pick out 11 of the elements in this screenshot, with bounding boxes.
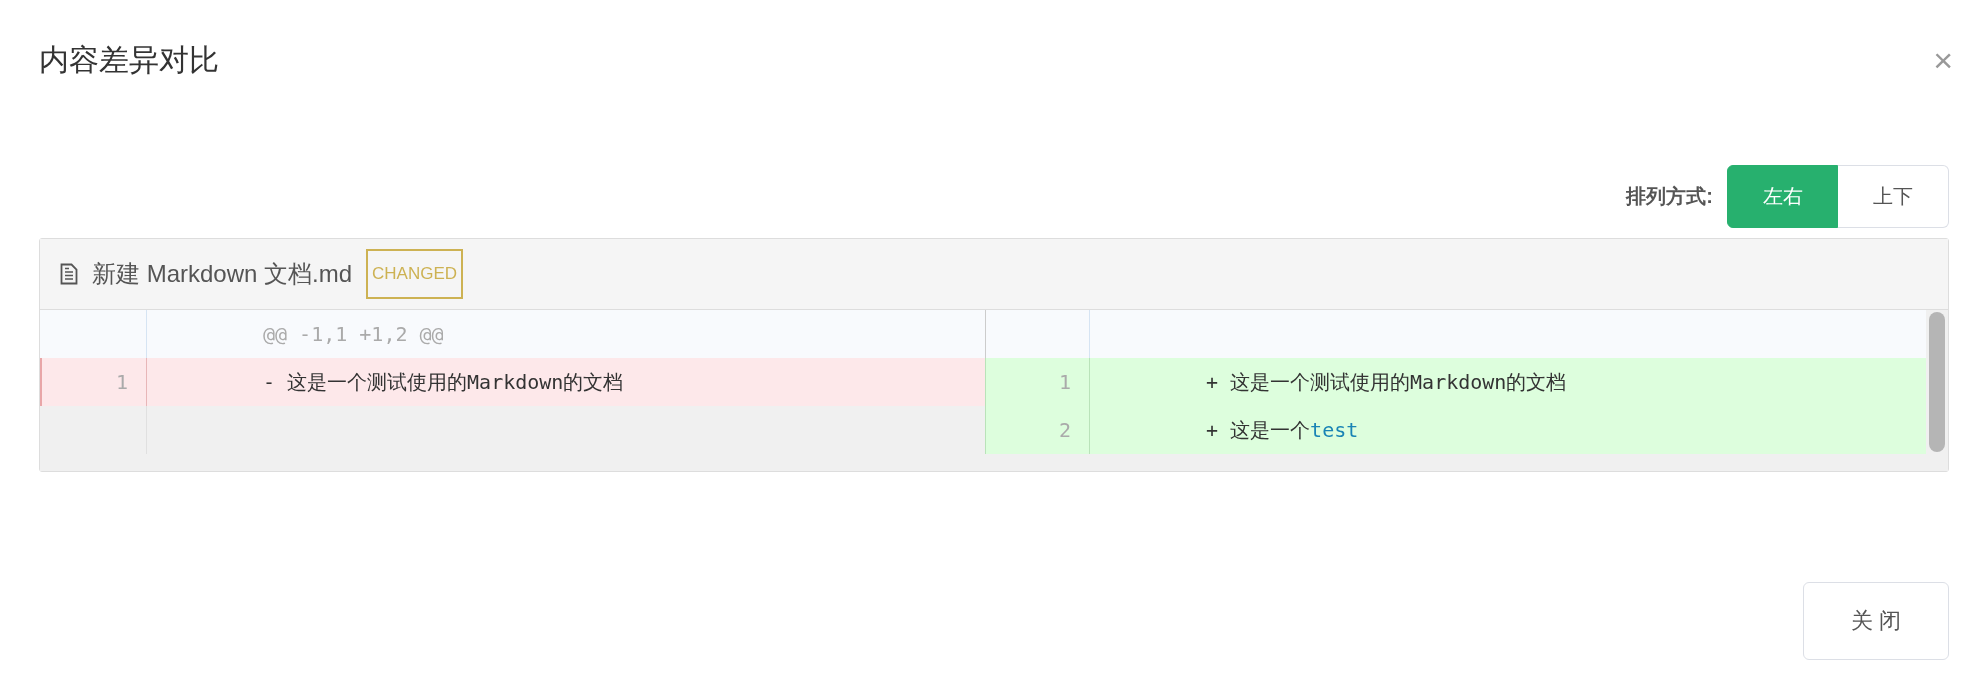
- file-name: 新建 Markdown 文档.md: [92, 259, 353, 289]
- close-button[interactable]: 关 闭: [1803, 582, 1949, 660]
- layout-option[interactable]: 上下: [1838, 165, 1949, 228]
- status-badge: CHANGED: [366, 249, 464, 299]
- scrollbar[interactable]: [1929, 312, 1945, 452]
- dialog-title: 内容差异对比: [39, 41, 219, 78]
- line-number: 1: [40, 358, 147, 406]
- document-icon: [60, 263, 78, 285]
- line-number: 1: [985, 358, 1090, 406]
- layout-label: 排列方式:: [1626, 184, 1713, 209]
- line-number: 2: [985, 406, 1090, 454]
